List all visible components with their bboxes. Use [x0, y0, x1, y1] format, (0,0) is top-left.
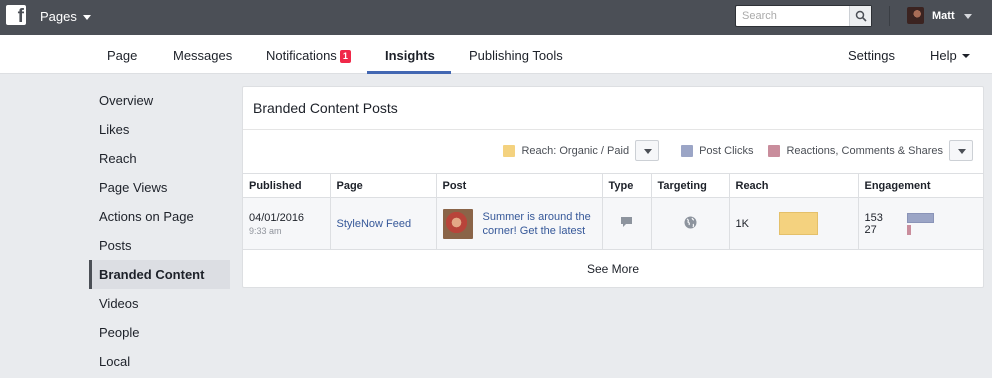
card-title: Branded Content Posts — [253, 100, 398, 116]
pages-menu-button[interactable]: Pages — [40, 9, 91, 24]
help-label: Help — [930, 48, 957, 63]
search-icon — [855, 10, 867, 22]
branded-content-table: Published Page Post Type Targeting Reach… — [243, 173, 983, 250]
sidebar-item-label: Page Views — [99, 180, 168, 195]
tab-page[interactable]: Page — [107, 48, 137, 63]
chevron-down-icon — [961, 54, 970, 58]
column-header-post[interactable]: Post — [436, 173, 603, 198]
avatar — [907, 7, 924, 24]
sidebar-item-likes[interactable]: Likes — [89, 115, 230, 144]
chevron-down-icon — [82, 14, 91, 20]
globe-icon — [684, 216, 696, 228]
sidebar-item-page-views[interactable]: Page Views — [89, 173, 230, 202]
reach-metric-dropdown[interactable] — [635, 140, 660, 161]
column-header-reach[interactable]: Reach — [729, 173, 859, 198]
help-menu[interactable]: Help — [930, 48, 970, 63]
column-header-targeting[interactable]: Targeting — [651, 173, 730, 198]
insights-sidebar: Overview Likes Reach Page Views Actions … — [89, 86, 230, 376]
legend-reach-label: Reach: Organic / Paid — [521, 144, 630, 157]
targeting-cell — [651, 197, 730, 250]
tab-notifications[interactable]: Notifications 1 — [266, 48, 351, 63]
tab-publishing-tools-label: Publishing Tools — [469, 48, 563, 63]
reach-swatch — [503, 144, 516, 157]
table-row[interactable]: 04/01/2016 9:33 am StyleNow Feed Summer … — [243, 197, 983, 250]
divider — [243, 129, 983, 130]
search-input[interactable] — [736, 6, 850, 26]
column-header-engagement[interactable]: Engagement — [858, 173, 983, 198]
post-clicks-swatch — [681, 144, 694, 157]
settings-link[interactable]: Settings — [848, 48, 895, 63]
tab-page-label: Page — [107, 48, 138, 63]
chevron-down-icon — [963, 13, 972, 19]
tab-messages-label: Messages — [173, 48, 233, 63]
sidebar-item-label: Branded Content — [99, 267, 205, 282]
sidebar-item-label: People — [99, 325, 140, 340]
search-box — [735, 5, 872, 27]
sidebar-item-label: Reach — [99, 151, 137, 166]
sidebar-item-overview[interactable]: Overview — [89, 86, 230, 115]
sidebar-item-label: Actions on Page — [99, 209, 194, 224]
column-header-page[interactable]: Page — [330, 173, 437, 198]
post-cell: Summer is around the corner! Get the lat… — [436, 197, 603, 250]
user-name: Matt — [932, 9, 955, 22]
reach-cell: 1K — [729, 197, 859, 250]
post-thumbnail[interactable] — [442, 208, 473, 239]
legend-reactions-label: Reactions, Comments & Shares — [786, 144, 943, 157]
reach-bar — [778, 212, 818, 235]
sidebar-item-reach[interactable]: Reach — [89, 144, 230, 173]
top-bar: f Pages Matt — [0, 0, 992, 35]
sidebar-item-local[interactable]: Local — [89, 347, 230, 376]
table-header-row: Published Page Post Type Targeting Reach… — [243, 173, 983, 198]
reach-value: 1K — [735, 217, 749, 230]
published-date: 04/01/2016 — [249, 211, 305, 224]
post-link[interactable]: Summer is around the corner! Get the lat… — [483, 210, 602, 238]
notification-badge: 1 — [339, 50, 351, 63]
search-button[interactable] — [849, 6, 871, 26]
sidebar-item-branded-content[interactable]: Branded Content — [89, 260, 230, 289]
sidebar-item-actions-on-page[interactable]: Actions on Page — [89, 202, 230, 231]
post-clicks-value: 153 — [864, 211, 883, 224]
status-icon — [621, 217, 632, 227]
pages-menu-label: Pages — [40, 9, 77, 24]
top-divider — [889, 6, 890, 26]
published-cell: 04/01/2016 9:33 am — [243, 197, 331, 250]
sidebar-item-label: Overview — [99, 93, 154, 108]
tab-notifications-label: Notifications — [266, 48, 337, 63]
tab-messages[interactable]: Messages — [173, 48, 232, 63]
sidebar-item-videos[interactable]: Videos — [89, 289, 230, 318]
sidebar-item-label: Posts — [99, 238, 132, 253]
logo-letter: f — [17, 6, 24, 27]
sidebar-item-people[interactable]: People — [89, 318, 230, 347]
type-cell — [602, 197, 652, 250]
sidebar-item-label: Local — [99, 354, 131, 369]
active-tab-indicator — [367, 71, 451, 74]
column-header-type[interactable]: Type — [602, 173, 652, 198]
page-link[interactable]: StyleNow Feed — [337, 218, 412, 230]
user-menu-button[interactable]: Matt — [907, 7, 972, 24]
published-time: 9:33 am — [249, 225, 282, 236]
reactions-bar — [906, 224, 911, 235]
sidebar-item-label: Videos — [99, 296, 139, 311]
chart-legend: Reach: Organic / Paid Post Clicks Reacti… — [503, 140, 973, 161]
sidebar-item-label: Likes — [99, 122, 130, 137]
engagement-metric-dropdown[interactable] — [949, 140, 973, 161]
legend-clicks-label: Post Clicks — [699, 144, 754, 157]
see-more-button[interactable]: See More — [243, 251, 983, 287]
sidebar-item-posts[interactable]: Posts — [89, 231, 230, 260]
branded-content-card: Branded Content Posts Reach: Organic / P… — [242, 86, 984, 288]
reactions-swatch — [768, 144, 781, 157]
tab-publishing-tools[interactable]: Publishing Tools — [469, 48, 563, 63]
page-cell: StyleNow Feed — [330, 197, 437, 250]
column-header-published[interactable]: Published — [243, 173, 331, 198]
engagement-cell: 153 27 — [858, 197, 983, 250]
settings-label: Settings — [848, 48, 895, 63]
page-nav: Page Messages Notifications 1 Insights Pu… — [0, 35, 992, 74]
reactions-value: 27 — [864, 223, 877, 236]
tab-insights[interactable]: Insights — [385, 48, 435, 63]
tab-insights-label: Insights — [385, 48, 435, 63]
post-clicks-bar — [906, 212, 934, 223]
facebook-logo-icon[interactable]: f — [6, 5, 26, 27]
